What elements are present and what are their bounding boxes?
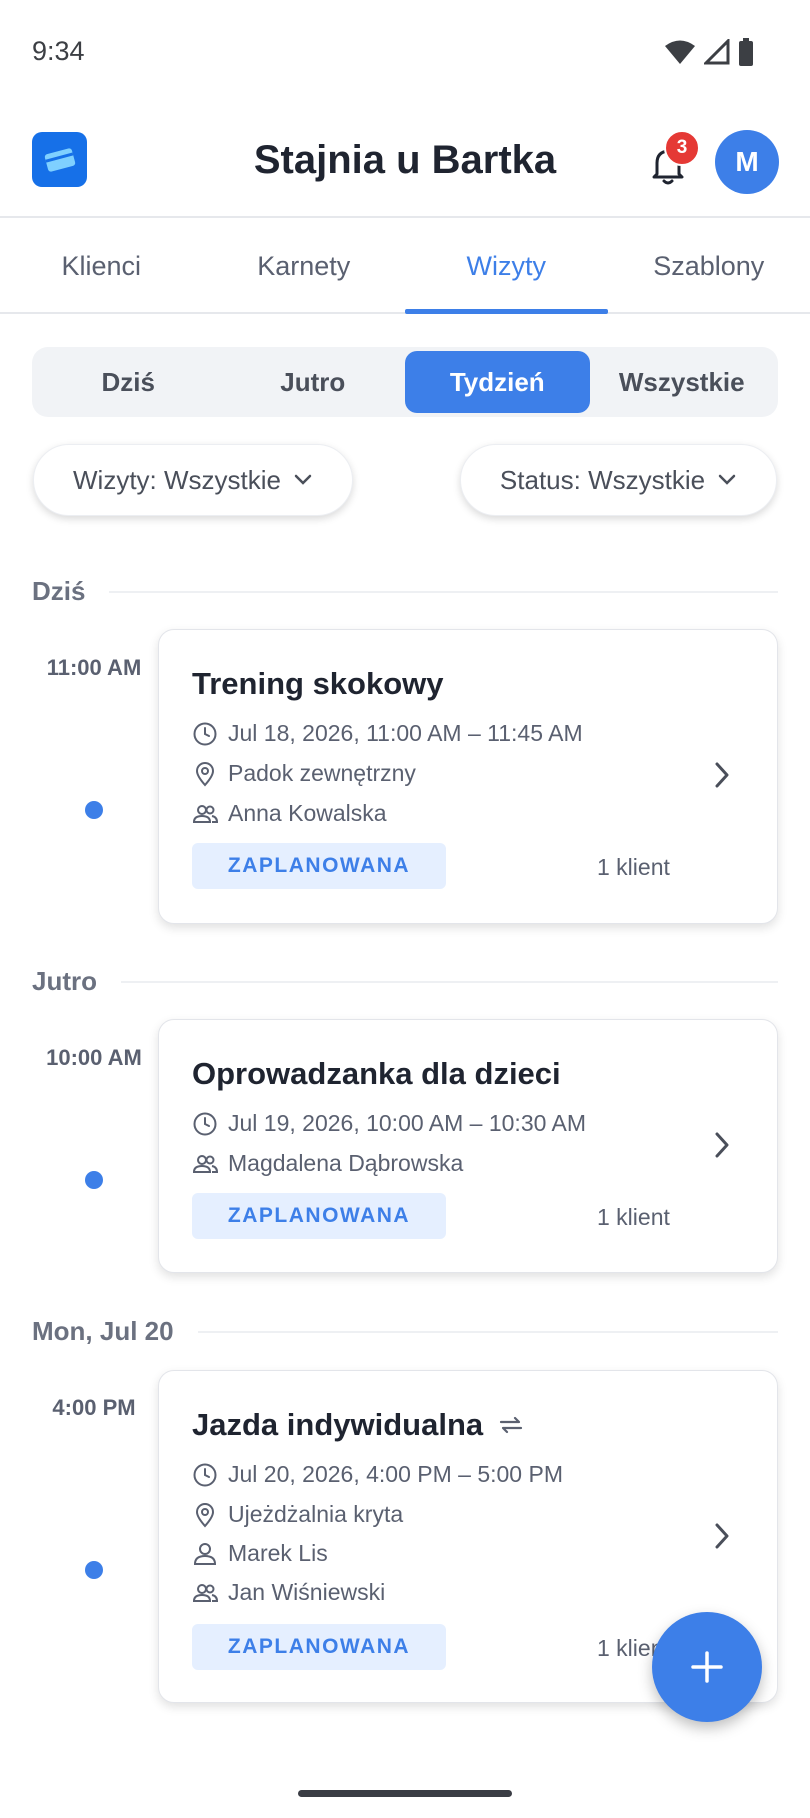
status-icons [664,38,754,66]
visit-datetime: Jul 19, 2026, 10:00 AM – 10:30 AM [228,1110,587,1136]
status-filter-label: Status: Wszystkie [499,464,706,495]
visit-location-row: Padok zewnętrzny [192,760,416,787]
section-label: Dziś [32,576,86,606]
visit-location-row: Ujeżdżalnia kryta [192,1501,403,1528]
visit-time: 10:00 AM [46,1045,142,1070]
add-visit-button[interactable] [652,1612,762,1722]
visit-clients-row: Jan Wiśniewski [192,1579,385,1606]
visit-location: Ujeżdżalnia kryta [228,1501,404,1527]
visit-clients: Magdalena Dąbrowska [228,1150,464,1176]
battery-icon [739,38,753,66]
section-header-tomorrow: Jutro [32,966,778,997]
visit-title: Oprowadzanka dla dzieci [192,1056,561,1091]
chevron-right-icon [715,762,729,788]
visit-card[interactable]: Oprowadzanka dla dzieci Jul 19, 2026, 10… [158,1019,778,1273]
location-pin-icon [195,1502,215,1528]
repeat-icon [500,1416,523,1434]
status-badge: ZAPLANOWANA [192,1624,446,1670]
visit-clients-row: Magdalena Dąbrowska [192,1150,463,1177]
timeline-dot [85,801,103,819]
period-today[interactable]: Dziś [36,351,221,413]
home-indicator[interactable] [298,1790,512,1797]
client-count: 1 klient [597,854,670,880]
app-bar: Stajnia u Bartka 3 M [0,118,810,218]
wifi-icon [665,40,695,64]
location-pin-icon [195,761,215,787]
status-badge: ZAPLANOWANA [192,843,446,889]
section-header-jul20: Mon, Jul 20 [32,1316,778,1347]
chevron-right-icon [715,1523,729,1549]
tab-wizyty[interactable]: Wizyty [405,220,608,314]
visit-title: Trening skokowy [192,666,444,701]
tab-klienci[interactable]: Klienci [0,220,203,312]
visit-instructor: Marek Lis [228,1540,328,1566]
visit-clients: Jan Wiśniewski [228,1579,386,1605]
period-week[interactable]: Tydzień [405,351,590,413]
visit-title: Jazda indywidualna [192,1407,525,1443]
visit-location: Padok zewnętrzny [228,760,416,786]
period-tomorrow[interactable]: Jutro [221,351,406,413]
tab-szablony[interactable]: Szablony [608,220,810,312]
status-bar: 9:34 [0,0,810,105]
visits-filter-dropdown[interactable]: Wizyty: Wszystkie [33,444,353,516]
chevron-down-icon [718,474,736,485]
clock-icon [193,1463,217,1486]
chevron-right-icon [715,1132,729,1158]
chevron-down-icon [294,474,312,485]
visit-datetime-row: Jul 18, 2026, 11:00 AM – 11:45 AM [192,720,583,747]
divider [121,980,778,983]
person-icon [193,1542,217,1565]
tab-bar: Klienci Karnety Wizyty Szablony [0,220,810,314]
period-selector: Dziś Jutro Tydzień Wszystkie [32,347,778,417]
clock-icon [193,722,217,745]
plus-icon [691,1651,723,1683]
divider [109,590,778,593]
status-time: 9:34 [32,36,85,66]
client-count: 1 klient [597,1204,670,1230]
visit-datetime-row: Jul 19, 2026, 10:00 AM – 10:30 AM [192,1110,586,1137]
people-icon [192,1154,218,1173]
visit-clients: Anna Kowalska [228,800,387,826]
timeline-dot [85,1171,103,1189]
divider [197,1330,778,1333]
notification-badge: 3 [664,130,700,166]
section-header-today: Dziś [32,576,778,607]
section-label: Mon, Jul 20 [32,1316,174,1346]
visit-time: 4:00 PM [52,1395,136,1420]
visit-datetime: Jul 18, 2026, 11:00 AM – 11:45 AM [228,720,583,746]
clock-icon [193,1112,217,1135]
visits-filter-label: Wizyty: Wszystkie [73,464,281,495]
status-filter-dropdown[interactable]: Status: Wszystkie [460,444,777,516]
section-label: Jutro [32,966,97,996]
visit-clients-row: Anna Kowalska [192,800,387,827]
avatar[interactable]: M [715,130,779,194]
status-badge: ZAPLANOWANA [192,1193,446,1239]
period-all[interactable]: Wszystkie [590,351,775,413]
visit-card[interactable]: Trening skokowy Jul 18, 2026, 11:00 AM –… [158,629,778,924]
signal-icon [704,39,730,65]
visit-instructor-row: Marek Lis [192,1540,328,1567]
visit-datetime-row: Jul 20, 2026, 4:00 PM – 5:00 PM [192,1461,563,1488]
people-icon [192,804,218,823]
visit-datetime: Jul 20, 2026, 4:00 PM – 5:00 PM [228,1461,563,1487]
timeline-dot [85,1561,103,1579]
visit-time: 11:00 AM [46,655,142,680]
tab-karnety[interactable]: Karnety [203,220,406,312]
people-icon [192,1583,218,1602]
